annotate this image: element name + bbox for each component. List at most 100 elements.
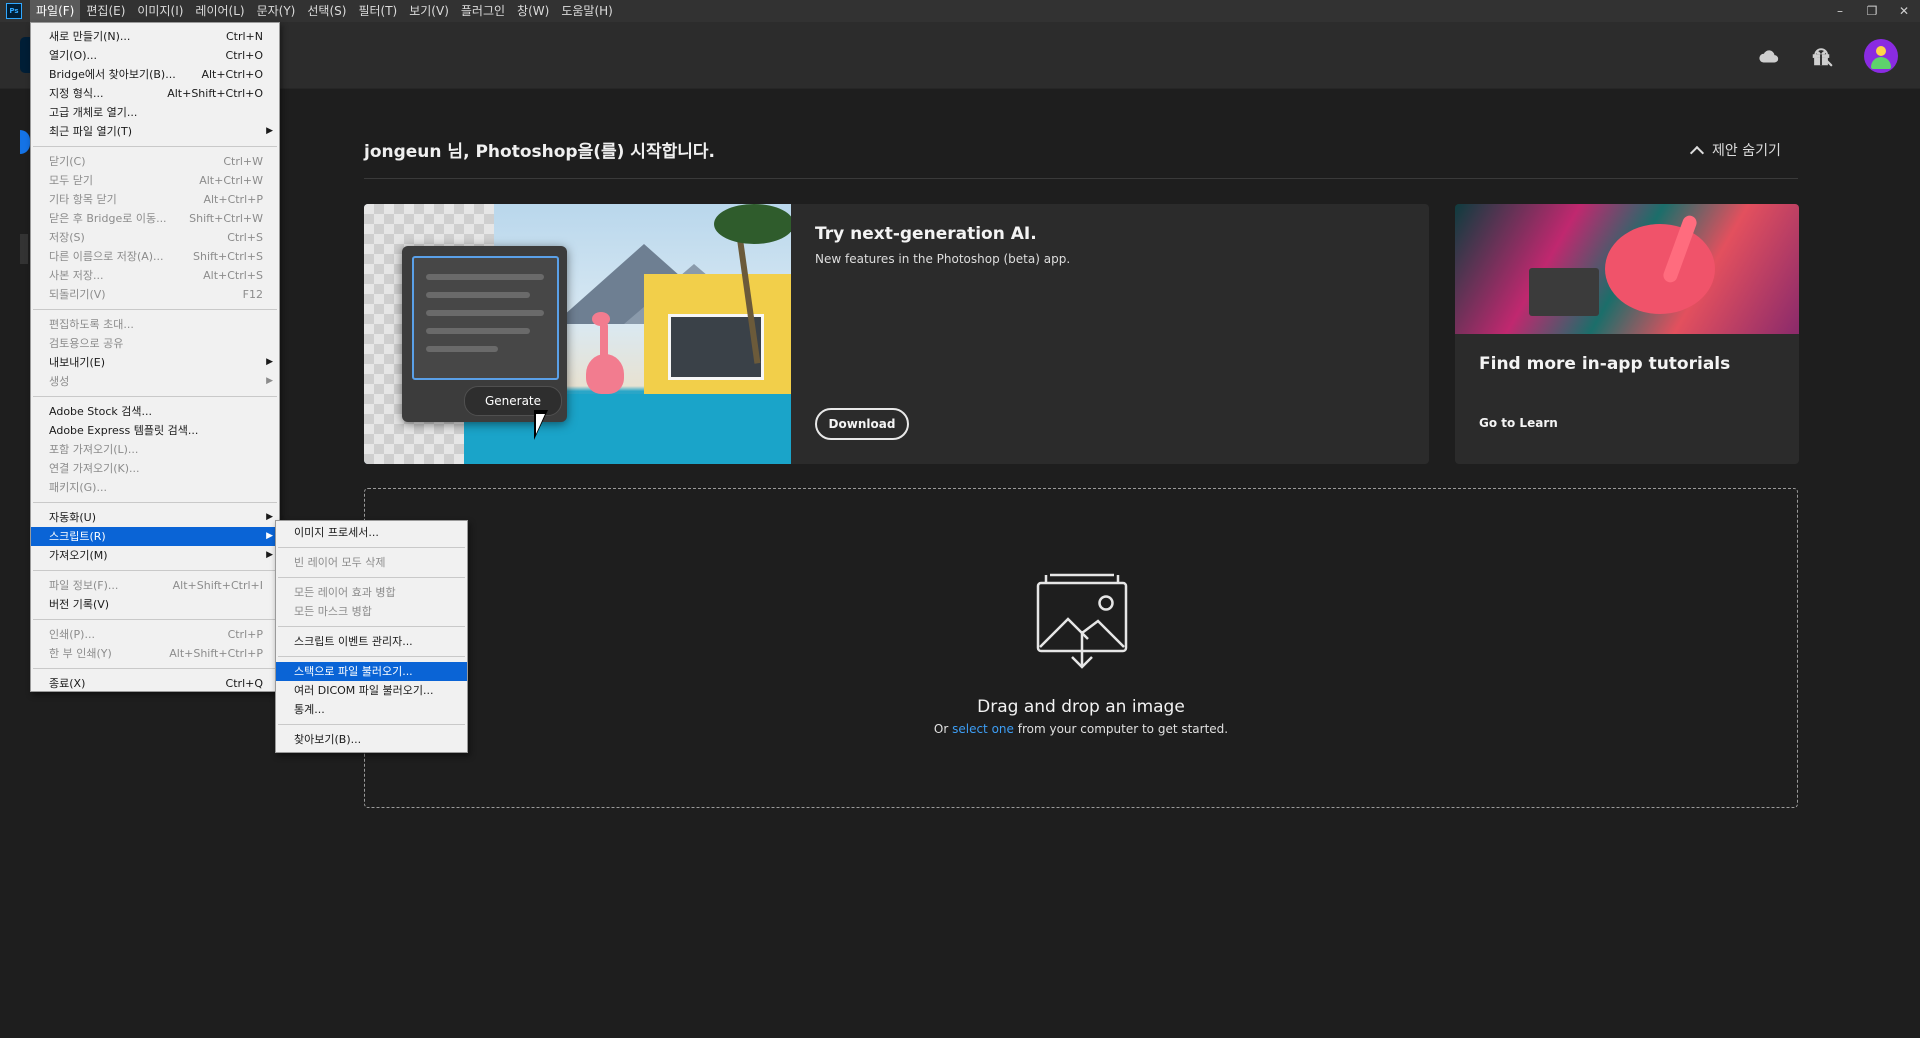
select-one-link[interactable]: select one	[952, 722, 1014, 736]
minimize-button[interactable]: –	[1824, 0, 1856, 22]
menu-select[interactable]: 선택(S)	[301, 0, 352, 22]
menu-item-shortcut: Ctrl+O	[225, 49, 263, 62]
menu-item-place-linked[interactable]: 연결 가져오기(K)...	[31, 459, 279, 478]
menu-item-label: 파일 정보(F)...	[49, 579, 119, 592]
gift-icon[interactable]	[1810, 46, 1832, 68]
flamingo-shape	[592, 312, 610, 326]
flamingo-shape	[1605, 224, 1715, 314]
menu-item-label: 생성	[49, 375, 70, 388]
download-button[interactable]: Download	[815, 408, 909, 440]
menu-item-label: 열기(O)...	[49, 49, 97, 62]
menu-item-label: 저장(S)	[49, 231, 85, 244]
menu-item-label: 지정 형식...	[49, 87, 104, 100]
menu-item-invite-to-edit[interactable]: 편집하도록 초대...	[31, 315, 279, 334]
text-line	[426, 274, 544, 280]
menu-item-close-go-bridge[interactable]: 닫은 후 Bridge로 이동... Shift+Ctrl+W	[31, 209, 279, 228]
menu-plugins[interactable]: 플러그인	[455, 0, 511, 22]
menu-item-close-all[interactable]: 모두 닫기 Alt+Ctrl+W	[31, 171, 279, 190]
prompt-box	[412, 256, 559, 380]
tutorials-card[interactable]: Find more in-app tutorials Go to Learn	[1455, 204, 1799, 464]
drop-sub-after: from your computer to get started.	[1017, 722, 1229, 736]
menu-item-version-history[interactable]: 버전 기록(V)	[31, 595, 279, 614]
menu-item-share-for-review[interactable]: 검토용으로 공유	[31, 334, 279, 353]
menu-item-close-others[interactable]: 기타 항목 닫기 Alt+Ctrl+P	[31, 190, 279, 209]
menu-item-save-copy[interactable]: 사본 저장... Alt+Ctrl+S	[31, 266, 279, 285]
menu-item-export[interactable]: 내보내기(E) ▶	[31, 353, 279, 372]
menu-window[interactable]: 창(W)	[511, 0, 555, 22]
menu-item-exit[interactable]: 종료(X) Ctrl+Q	[31, 674, 279, 693]
menu-bar: Ps 파일(F) 편집(E) 이미지(I) 레이어(L) 문자(Y) 선택(S)…	[0, 0, 1920, 22]
menu-item-place-embedded[interactable]: 포함 가져오기(L)...	[31, 440, 279, 459]
menu-item-open-as[interactable]: 지정 형식... Alt+Shift+Ctrl+O	[31, 84, 279, 103]
menu-type[interactable]: 문자(Y)	[251, 0, 302, 22]
window-controls: – ❐ ✕	[1824, 0, 1920, 22]
ai-promo-card[interactable]: Generate Try next-generation AI. New fea…	[364, 204, 1429, 464]
submenu-arrow-icon: ▶	[266, 550, 273, 560]
menu-item-label: 한 부 인쇄(Y)	[49, 647, 112, 660]
menu-item-shortcut: Ctrl+N	[225, 30, 263, 43]
submenu-arrow-icon: ▶	[266, 376, 273, 386]
menu-item-file-info[interactable]: 파일 정보(F)... Alt+Shift+Ctrl+I	[31, 576, 279, 595]
menu-item-new[interactable]: 새로 만들기(N)... Ctrl+N	[31, 27, 279, 46]
menu-item-save[interactable]: 저장(S) Ctrl+S	[31, 228, 279, 247]
left-rail-indicator	[20, 130, 30, 154]
menu-item-generate[interactable]: 생성 ▶	[31, 372, 279, 391]
menu-item-label: 스크립트(R)	[49, 530, 106, 543]
menu-item-label: 찾아보기(B)...	[294, 733, 362, 746]
menu-item-automate[interactable]: 자동화(U) ▶	[31, 508, 279, 527]
drop-zone-subtitle: Or select one from your computer to get …	[365, 722, 1797, 736]
menu-item-package[interactable]: 패키지(G)...	[31, 478, 279, 497]
restore-button[interactable]: ❐	[1856, 0, 1888, 22]
menu-item-shortcut: Alt+Ctrl+P	[203, 193, 263, 206]
menu-item-open[interactable]: 열기(O)... Ctrl+O	[31, 46, 279, 65]
menu-item-revert[interactable]: 되돌리기(V) F12	[31, 285, 279, 304]
menu-item-image-processor[interactable]: 이미지 프로세서...	[276, 523, 467, 542]
menu-image[interactable]: 이미지(I)	[131, 0, 189, 22]
menu-item-print[interactable]: 인쇄(P)... Ctrl+P	[31, 625, 279, 644]
menu-item-shortcut: Alt+Ctrl+W	[199, 174, 263, 187]
menu-item-close[interactable]: 닫기(C) Ctrl+W	[31, 152, 279, 171]
menu-filter[interactable]: 필터(T)	[352, 0, 403, 22]
menu-item-print-one-copy[interactable]: 한 부 인쇄(Y) Alt+Shift+Ctrl+P	[31, 644, 279, 663]
ai-card-title: Try next-generation AI.	[815, 224, 1037, 244]
menu-layer[interactable]: 레이어(L)	[189, 0, 250, 22]
menu-item-flatten-masks[interactable]: 모든 마스크 병합	[276, 602, 467, 621]
menu-item-load-dicom-files[interactable]: 여러 DICOM 파일 불러오기...	[276, 681, 467, 700]
menu-file[interactable]: 파일(F)	[30, 0, 81, 22]
menu-item-label: 최근 파일 열기(T)	[49, 125, 133, 138]
close-button[interactable]: ✕	[1888, 0, 1920, 22]
drop-zone[interactable]: Drag and drop an image Or select one fro…	[364, 488, 1798, 808]
hide-suggestions-button[interactable]: 제안 숨기기	[1689, 140, 1781, 160]
go-to-learn-link[interactable]: Go to Learn	[1479, 416, 1558, 430]
divider	[364, 178, 1798, 179]
menu-item-shortcut: Ctrl+P	[227, 628, 263, 641]
menu-item-load-files-into-stack[interactable]: 스택으로 파일 불러오기...	[276, 662, 467, 681]
menu-item-open-smart-object[interactable]: 고급 개체로 열기...	[31, 103, 279, 122]
menu-separator	[33, 309, 277, 310]
menu-item-flatten-layer-effects[interactable]: 모든 레이어 효과 병합	[276, 583, 467, 602]
menu-edit[interactable]: 편집(E)	[80, 0, 131, 22]
menu-item-label: 다른 이름으로 저장(A)...	[49, 250, 164, 263]
menu-item-import[interactable]: 가져오기(M) ▶	[31, 546, 279, 565]
menu-item-save-as[interactable]: 다른 이름으로 저장(A)... Shift+Ctrl+S	[31, 247, 279, 266]
image-upload-icon	[1036, 573, 1128, 669]
menu-item-scripts[interactable]: 스크립트(R) ▶	[31, 527, 279, 546]
menu-item-search-express-templates[interactable]: Adobe Express 템플릿 검색...	[31, 421, 279, 440]
menu-item-browse[interactable]: 찾아보기(B)...	[276, 730, 467, 749]
menu-item-browse-bridge[interactable]: Bridge에서 찾아보기(B)... Alt+Ctrl+O	[31, 65, 279, 84]
welcome-title: jongeun 님, Photoshop을(를) 시작합니다.	[364, 142, 715, 162]
menu-item-open-recent[interactable]: 최근 파일 열기(T) ▶	[31, 122, 279, 141]
menu-item-statistics[interactable]: 통계...	[276, 700, 467, 719]
tutorials-title: Find more in-app tutorials	[1479, 354, 1731, 374]
avatar[interactable]	[1864, 39, 1898, 73]
ai-promo-image: Generate	[364, 204, 791, 464]
menu-view[interactable]: 보기(V)	[403, 0, 455, 22]
menu-item-script-events-manager[interactable]: 스크립트 이벤트 관리자...	[276, 632, 467, 651]
menu-separator	[33, 396, 277, 397]
menu-item-search-adobe-stock[interactable]: Adobe Stock 검색...	[31, 402, 279, 421]
menu-item-label: Adobe Stock 검색...	[49, 405, 152, 418]
menu-item-delete-empty-layers[interactable]: 빈 레이어 모두 삭제	[276, 553, 467, 572]
ui-panel-shape	[1529, 268, 1599, 316]
cloud-icon[interactable]	[1758, 46, 1780, 68]
menu-help[interactable]: 도움말(H)	[555, 0, 619, 22]
